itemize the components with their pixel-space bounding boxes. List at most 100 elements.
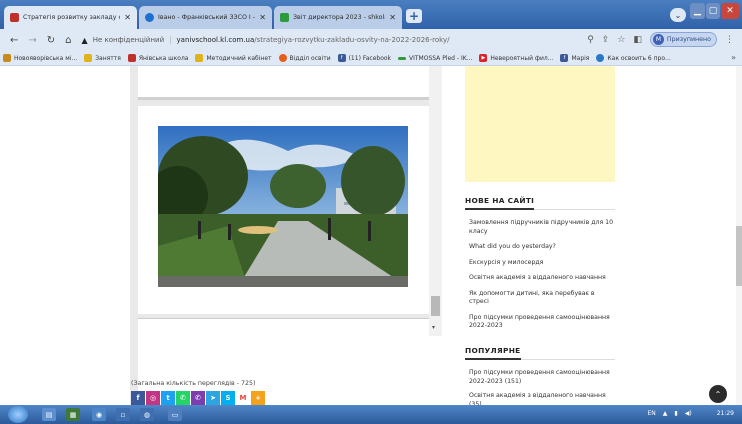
instagram-icon[interactable]: ◎ xyxy=(146,391,160,405)
globe-icon xyxy=(3,54,11,62)
view-count: (Загальна кількість переглядів - 725) xyxy=(131,380,256,387)
bookmark-item[interactable]: f Марія xyxy=(560,54,589,62)
dot-icon xyxy=(278,54,287,62)
bookmark-star-icon[interactable]: ☆ xyxy=(617,35,625,45)
language-indicator[interactable]: EN xyxy=(648,410,656,417)
scroll-down-icon[interactable]: ▾ xyxy=(432,324,435,331)
tab-strategy[interactable]: Стратегія розвитку закладу осв ✕ xyxy=(4,6,137,29)
viber-icon[interactable]: ✆ xyxy=(191,391,205,405)
twitter-icon[interactable]: t xyxy=(161,391,175,405)
new-tab-button[interactable]: + xyxy=(406,9,422,23)
close-window-icon[interactable]: ✕ xyxy=(721,3,739,19)
bookmark-item[interactable]: Відділ освіти xyxy=(278,54,331,62)
profile-status: Призупинено xyxy=(666,36,711,43)
bookmark-item[interactable]: Новояворівська мі... xyxy=(3,54,77,62)
browser-tab-strip: Стратегія розвитку закладу осв ✕ Івано -… xyxy=(0,0,742,29)
sidepanel-icon[interactable]: ◧ xyxy=(633,35,642,45)
volume-icon[interactable]: ◀) xyxy=(685,410,692,417)
sidebar-new: НОВЕ НА САЙТІ Замовлення підручників під… xyxy=(465,196,615,338)
section-heading: ПОПУЛЯРНЕ xyxy=(465,346,615,360)
avatar: M xyxy=(652,34,664,45)
bookmark-item[interactable]: Как освоить 6 про... xyxy=(596,54,671,62)
bookmark-label: Как освоить 6 про... xyxy=(607,54,671,62)
clock[interactable]: 21:29 xyxy=(717,410,734,417)
menu-kebab-icon[interactable]: ⋮ xyxy=(725,35,734,45)
bookmark-label: Марія xyxy=(571,54,590,62)
content-scrollbar[interactable]: ▾ xyxy=(429,66,442,336)
tab-title: Звіт директора 2023 - shkolayc xyxy=(293,14,386,21)
tray-arrow-icon[interactable]: ▲ xyxy=(663,410,668,417)
minimize-icon[interactable]: ▁ xyxy=(690,3,705,19)
more-share-icon[interactable]: + xyxy=(251,391,265,405)
address-toolbar: ← → ↻ ⌂ ▲ Не конфіденційний | yanivschoo… xyxy=(0,29,742,51)
share-buttons: f ◎ t ✆ ✆ ➤ S M + xyxy=(131,391,265,405)
close-tab-icon[interactable]: ✕ xyxy=(389,13,396,22)
sidebar-link[interactable]: Як допомогти дитині, яка перебуває в стр… xyxy=(469,290,615,307)
telegram-icon[interactable]: ➤ xyxy=(206,391,220,405)
app-icon[interactable]: ▭ xyxy=(168,408,182,421)
back-icon[interactable]: ← xyxy=(10,35,18,46)
scroll-to-top-icon[interactable]: ⌃ xyxy=(709,385,727,403)
sidebar-link[interactable]: Освітня академія з віддаленого навчання xyxy=(469,274,615,283)
close-tab-icon[interactable]: ✕ xyxy=(259,13,266,22)
forward-icon[interactable]: → xyxy=(28,35,36,46)
share-page-icon[interactable]: ⇪ xyxy=(602,35,610,45)
network-icon[interactable]: ▮ xyxy=(674,410,677,417)
tab-search-icon[interactable]: ⌄ xyxy=(670,8,686,22)
profile-button[interactable]: M Призупинено xyxy=(649,32,717,47)
more-bookmarks-icon[interactable]: » xyxy=(731,53,736,62)
sidebar-link[interactable]: Про підсумки проведення самооцінювання 2… xyxy=(469,314,615,331)
tab-title: Стратегія розвитку закладу осв xyxy=(23,14,121,21)
app-icon[interactable]: ▫ xyxy=(116,408,130,421)
whatsapp-icon[interactable]: ✆ xyxy=(176,391,190,405)
insecure-label: Не конфіденційний xyxy=(92,36,165,44)
start-button[interactable] xyxy=(8,406,28,423)
article-card xyxy=(138,106,429,314)
page-scrollbar-thumb[interactable] xyxy=(736,226,742,286)
maximize-icon[interactable]: ▢ xyxy=(706,3,720,19)
sidebar-link[interactable]: Екскурсія у милосердя xyxy=(469,259,615,268)
app-icon[interactable]: ◍ xyxy=(140,408,154,421)
facebook-icon: f xyxy=(560,54,569,62)
tab-director-report[interactable]: Звіт директора 2023 - shkolayc ✕ xyxy=(274,6,402,29)
home-icon[interactable]: ⌂ xyxy=(65,35,71,46)
media-icon[interactable]: ▦ xyxy=(66,408,80,421)
bookmark-item[interactable]: VITMOSSA Pled - IK... xyxy=(398,55,472,62)
explorer-icon[interactable]: ▤ xyxy=(42,408,56,421)
tab-ivano-frankivsk[interactable]: Івано - Франківський ЗЗСО І - ІІ ✕ xyxy=(139,6,272,29)
bookmark-label: (11) Facebook xyxy=(348,54,392,62)
sidebar-link[interactable]: Про підсумки проведення самооцінювання 2… xyxy=(469,369,615,386)
chrome-icon[interactable]: ◉ xyxy=(92,408,106,421)
gmail-icon[interactable]: M xyxy=(236,391,250,405)
bookmark-item[interactable]: Заняття xyxy=(84,54,121,62)
bookmark-item[interactable]: Методичний кабінет xyxy=(195,54,272,62)
close-tab-icon[interactable]: ✕ xyxy=(124,13,131,22)
school-icon xyxy=(127,54,136,62)
url-separator: | xyxy=(169,36,172,44)
tab-title: Івано - Франківський ЗЗСО І - ІІ xyxy=(158,14,256,21)
sidebar-popular: ПОПУЛЯРНЕ Про підсумки проведення самооц… xyxy=(465,346,615,405)
bookmark-label: Невероятный фил... xyxy=(490,54,554,62)
sidebar-link[interactable]: Освітня академія з віддаленого навчання … xyxy=(469,392,615,405)
dash-icon xyxy=(398,56,407,60)
circle-icon xyxy=(596,54,605,62)
bookmark-label: Янівська школа xyxy=(138,54,189,62)
sidebar-link[interactable]: What did you do yesterday? xyxy=(469,243,615,252)
calendar-icon xyxy=(84,54,93,62)
reload-icon[interactable]: ↻ xyxy=(47,35,55,46)
article-card xyxy=(138,66,429,100)
bookmark-label: Новояворівська мі... xyxy=(14,54,78,62)
url-field[interactable]: ▲ Не конфіденційний | yanivschool.kl.com… xyxy=(82,36,450,45)
bookmark-item[interactable]: Янівська школа xyxy=(127,54,189,62)
page-scrollbar[interactable] xyxy=(736,66,742,405)
content-scrollbar-thumb[interactable] xyxy=(431,296,440,316)
facebook-icon[interactable]: f xyxy=(131,391,145,405)
sidebar-link[interactable]: Замовлення підручників підручників для 1… xyxy=(469,219,615,236)
youtube-icon: ▶ xyxy=(479,54,488,62)
zoom-icon[interactable]: ⚲ xyxy=(587,35,594,45)
bookmark-item[interactable]: f (11) Facebook xyxy=(337,54,392,62)
warning-icon[interactable]: ▲ xyxy=(82,36,88,45)
bookmark-item[interactable]: ▶ Невероятный фил... xyxy=(479,54,553,62)
skype-icon[interactable]: S xyxy=(221,391,235,405)
url-path: /strategiya-rozvytku-zakladu-osvity-na-2… xyxy=(254,36,450,44)
